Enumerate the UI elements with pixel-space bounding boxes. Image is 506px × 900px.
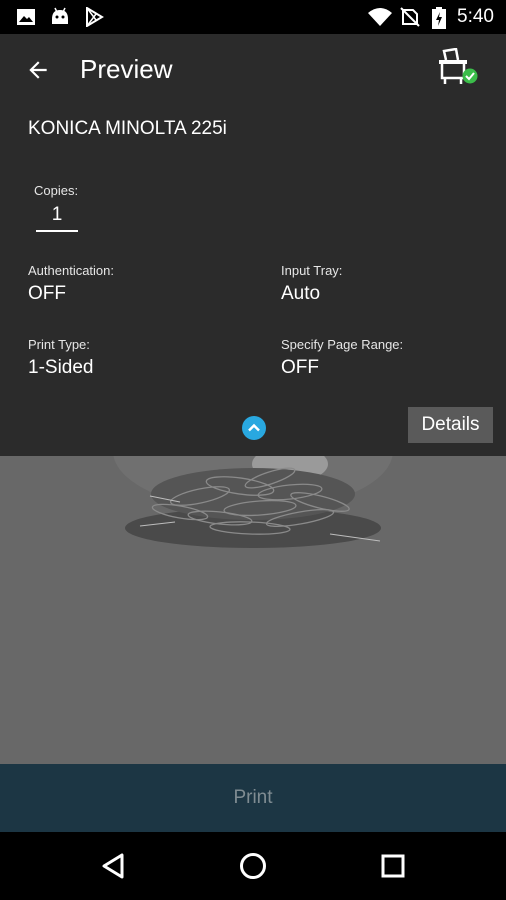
authentication-label: Authentication:	[28, 263, 115, 278]
input-tray-value[interactable]: Auto	[281, 283, 320, 305]
android-icon	[52, 7, 68, 24]
navigation-bar	[0, 832, 506, 900]
document-preview	[0, 456, 506, 764]
copies-label: Copies:	[34, 183, 79, 198]
authentication-value[interactable]: OFF	[28, 283, 66, 305]
print-type-value[interactable]: 1-Sided	[28, 357, 94, 379]
collapse-settings-button[interactable]	[242, 416, 266, 440]
status-bar: 5:40	[0, 0, 506, 34]
back-triangle-icon[interactable]	[98, 850, 130, 882]
printer-connected-icon	[439, 47, 478, 84]
no-sim-icon	[400, 7, 420, 27]
page-range-value[interactable]: OFF	[281, 357, 319, 379]
play-store-icon	[86, 7, 104, 27]
recents-square-icon[interactable]	[377, 850, 409, 882]
status-time: 5:40	[457, 6, 494, 27]
copies-input[interactable]: 1	[36, 202, 78, 232]
printer-status-button[interactable]	[436, 47, 480, 90]
home-circle-icon[interactable]	[237, 850, 269, 882]
paperclip-nest-image	[113, 456, 393, 548]
chevron-up-icon	[248, 423, 260, 432]
page-range-label: Specify Page Range:	[281, 337, 404, 352]
print-button[interactable]: Print	[0, 764, 506, 832]
print-button-label: Print	[233, 787, 273, 808]
input-tray-label: Input Tray:	[281, 263, 343, 278]
image-icon	[17, 9, 35, 25]
wifi-icon	[368, 8, 392, 26]
page-title: Preview	[80, 54, 173, 84]
printer-name: KONICA MINOLTA 225i	[28, 118, 227, 139]
arrow-left-icon	[29, 61, 47, 79]
back-button[interactable]	[22, 54, 54, 86]
battery-charging-icon	[432, 7, 446, 29]
details-button[interactable]: Details	[408, 407, 493, 443]
print-type-label: Print Type:	[28, 337, 90, 352]
print-settings-panel: KONICA MINOLTA 225i Copies: 1 Authentica…	[0, 106, 506, 456]
app-bar: Preview	[0, 34, 506, 106]
